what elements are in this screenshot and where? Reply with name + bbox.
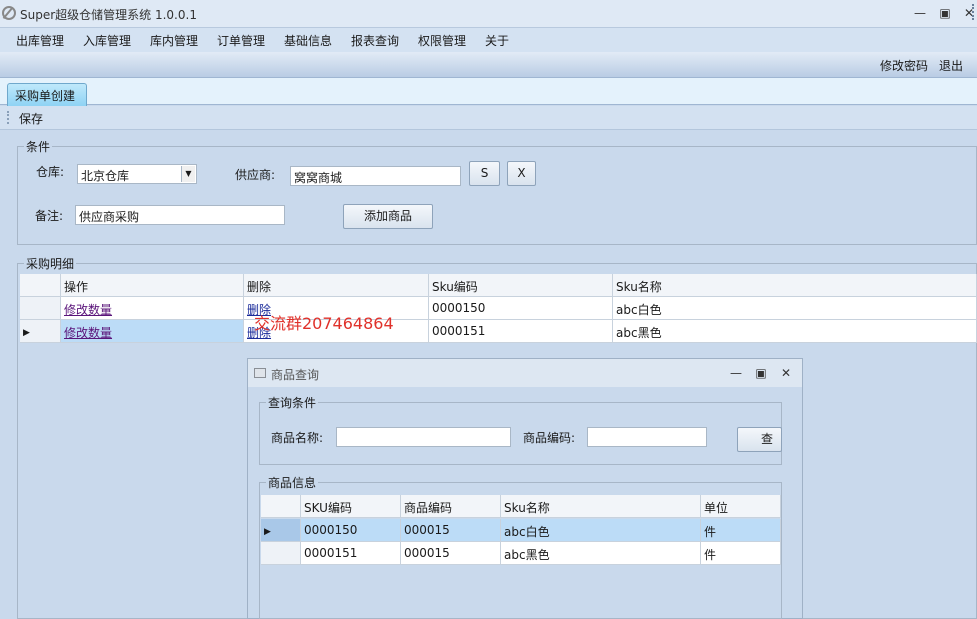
warehouse-value: 北京仓库 <box>81 169 130 183</box>
goods-col-sku[interactable]: SKU编码 <box>301 495 401 518</box>
row-pointer-icon: ▶ <box>23 328 30 338</box>
goods-col-name[interactable]: Sku名称 <box>501 495 701 518</box>
table-row-cell: 修改数量 <box>61 297 244 320</box>
add-goods-button[interactable]: 添加商品 <box>343 204 433 229</box>
supplier-label: 供应商: <box>235 168 276 182</box>
sku-name-cell[interactable]: abc白色 <box>613 297 977 320</box>
goods-row-header[interactable] <box>261 542 301 565</box>
row-pointer-icon: ▶ <box>264 527 271 537</box>
save-button[interactable]: 保存 <box>19 110 43 127</box>
toolbar-grip[interactable] <box>972 4 975 20</box>
dialog-maximize-button[interactable]: ▣ <box>751 364 771 382</box>
warehouse-label: 仓库: <box>36 165 65 179</box>
dialog-title: 商品查询 <box>271 368 320 382</box>
goods-code-input[interactable] <box>587 427 707 447</box>
sku-name-cell[interactable]: abc黑色 <box>613 320 977 343</box>
supplier-field[interactable]: 窝窝商城 <box>290 166 461 186</box>
minimize-button[interactable]: — <box>910 4 930 22</box>
menu-about[interactable]: 关于 <box>485 32 509 49</box>
sku-code-cell[interactable]: 0000151 <box>429 320 613 343</box>
app-logo-icon <box>2 6 16 20</box>
top-toolbar: 修改密码 退出 <box>0 52 977 78</box>
col-operation[interactable]: 操作 <box>61 274 244 297</box>
goods-grid-corner <box>261 495 301 518</box>
goods-unit-cell[interactable]: 件 <box>701 519 781 542</box>
menu-warehouse[interactable]: 库内管理 <box>150 32 198 49</box>
col-sku-name[interactable]: Sku名称 <box>613 274 977 297</box>
col-delete[interactable]: 删除 <box>244 274 429 297</box>
tab-label: 采购单创建 <box>15 89 76 103</box>
watermark-text: 交流群207464864 <box>254 314 394 333</box>
menu-reports[interactable]: 报表查询 <box>351 32 399 49</box>
edit-quantity-link[interactable]: 修改数量 <box>64 303 112 317</box>
goods-name-cell[interactable]: abc白色 <box>501 519 701 542</box>
goods-col-code[interactable]: 商品编码 <box>401 495 501 518</box>
note-label: 备注: <box>35 209 64 223</box>
conditions-group-title: 条件 <box>24 138 53 155</box>
goods-code-cell[interactable]: 000015 <box>401 542 501 565</box>
tab-strip <box>0 78 977 105</box>
menu-outbound[interactable]: 出库管理 <box>16 32 64 49</box>
goods-unit-cell[interactable]: 件 <box>701 542 781 565</box>
grid-corner <box>20 274 61 297</box>
goods-name-cell[interactable]: abc黑色 <box>501 542 701 565</box>
goods-code-label: 商品编码: <box>523 431 576 445</box>
row-header[interactable] <box>20 297 61 320</box>
warehouse-select[interactable]: 北京仓库 ▼ <box>77 164 197 184</box>
form-toolbar-grip <box>7 111 9 124</box>
col-sku-code[interactable]: Sku编码 <box>429 274 613 297</box>
form-toolbar <box>0 106 977 130</box>
table-row-cell: 修改数量 <box>61 320 244 343</box>
menu-basic-info[interactable]: 基础信息 <box>284 32 332 49</box>
goods-info-title: 商品信息 <box>266 474 319 491</box>
supplier-search-button[interactable]: S <box>469 161 500 186</box>
query-button[interactable]: 查 <box>737 427 782 452</box>
goods-row-header-current[interactable]: ▶ <box>261 519 301 542</box>
supplier-clear-button[interactable]: X <box>507 161 536 186</box>
menu-orders[interactable]: 订单管理 <box>217 32 265 49</box>
dialog-window-icon <box>254 368 266 378</box>
change-password-button[interactable]: 修改密码 <box>880 57 928 74</box>
goods-name-input[interactable] <box>336 427 511 447</box>
menu-bar: 出库管理 入库管理 库内管理 订单管理 基础信息 报表查询 权限管理 关于 <box>0 28 977 52</box>
window-title: Super超级仓储管理系统 1.0.0.1 <box>20 8 197 22</box>
menu-permissions[interactable]: 权限管理 <box>418 32 466 49</box>
goods-sku-cell[interactable]: 0000151 <box>301 542 401 565</box>
maximize-button[interactable]: ▣ <box>935 4 955 22</box>
sku-code-cell[interactable]: 0000150 <box>429 297 613 320</box>
details-group-title: 采购明细 <box>24 255 77 272</box>
chevron-down-icon[interactable]: ▼ <box>181 166 195 182</box>
dialog-close-button[interactable]: ✕ <box>776 364 796 382</box>
dialog-title-bar <box>248 359 802 387</box>
goods-sku-cell[interactable]: 0000150 <box>301 519 401 542</box>
dialog-minimize-button[interactable]: — <box>726 364 746 382</box>
menu-inbound[interactable]: 入库管理 <box>83 32 131 49</box>
goods-code-cell[interactable]: 000015 <box>401 519 501 542</box>
logout-button[interactable]: 退出 <box>939 57 963 74</box>
goods-col-unit[interactable]: 单位 <box>701 495 781 518</box>
note-field[interactable]: 供应商采购 <box>75 205 285 225</box>
row-header-current[interactable]: ▶ <box>20 320 61 343</box>
goods-name-label: 商品名称: <box>271 431 324 445</box>
query-conditions-title: 查询条件 <box>266 394 319 411</box>
edit-quantity-link[interactable]: 修改数量 <box>64 326 112 340</box>
